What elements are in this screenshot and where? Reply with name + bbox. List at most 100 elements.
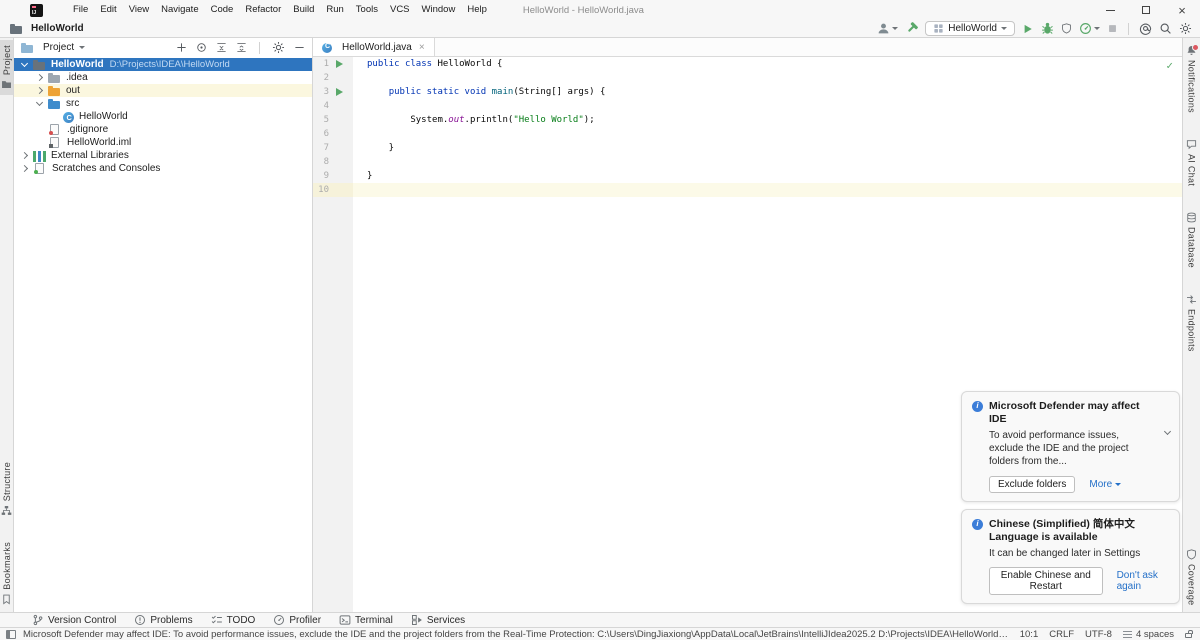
breadcrumb[interactable]: HelloWorld [10, 23, 84, 34]
stripe-tab-coverage[interactable]: Coverage [1185, 544, 1198, 610]
run-line-icon[interactable] [335, 60, 343, 68]
stripe-tab-database[interactable]: Database [1185, 207, 1198, 273]
menu-view[interactable]: View [123, 0, 155, 20]
stripe-tab-project[interactable]: Project [0, 40, 13, 96]
tree-item-out[interactable]: out [14, 84, 312, 97]
info-icon: i [972, 400, 983, 412]
stripe-tab-endpoints[interactable]: Endpoints [1185, 289, 1198, 357]
indent-widget[interactable]: 4 spaces [1122, 629, 1174, 640]
chevron-expanded-icon[interactable] [20, 59, 29, 68]
caret-position-widget[interactable]: 10:1 [1020, 629, 1039, 640]
unlock-icon[interactable] [1185, 630, 1193, 638]
tree-item-scratches-and-consoles[interactable]: Scratches and Consoles [14, 162, 312, 175]
hide-tool-window-button[interactable] [294, 42, 305, 53]
chevron-collapsed-icon[interactable] [35, 86, 44, 95]
tree-item-external-libraries[interactable]: External Libraries [14, 149, 312, 162]
code-line[interactable]: 9} [313, 169, 1182, 183]
toolwindow-button-problems[interactable]: Problems [126, 613, 200, 627]
toolwindow-button-todo[interactable]: TODO [203, 613, 264, 627]
stripe-tab-structure[interactable]: Structure [0, 457, 13, 521]
settings-button[interactable] [1179, 22, 1192, 35]
menu-vcs[interactable]: VCS [384, 0, 416, 20]
code-line[interactable]: 4 [313, 99, 1182, 113]
tree-item-gitignore[interactable]: .gitignore [14, 123, 312, 136]
project-view-selector[interactable]: Project [43, 42, 74, 53]
project-tool-window: Project HelloWorld D:\Projects\IDEA\Hello… [14, 38, 313, 612]
close-button[interactable]: × [1164, 0, 1200, 20]
code-with-me-button[interactable] [877, 22, 899, 35]
inspections-ok-icon[interactable]: ✓ [1166, 59, 1173, 72]
menu-help[interactable]: Help [461, 0, 493, 20]
menu-tools[interactable]: Tools [350, 0, 384, 20]
chevron-expanded-icon[interactable] [35, 98, 44, 107]
menu-file[interactable]: File [67, 0, 94, 20]
menu-navigate[interactable]: Navigate [155, 0, 205, 20]
code-text: public class HelloWorld { [367, 59, 503, 69]
menu-window[interactable]: Window [416, 0, 462, 20]
menu-run[interactable]: Run [320, 0, 349, 20]
code-line[interactable]: 7 } [313, 141, 1182, 155]
tree-item-helloworld-iml[interactable]: HelloWorld.iml [14, 136, 312, 149]
run-with-coverage-button[interactable] [1061, 23, 1072, 34]
more-link[interactable]: More [1089, 479, 1122, 490]
run-configuration-selector[interactable]: HelloWorld [925, 21, 1015, 36]
folder-excluded-icon [48, 85, 61, 97]
search-everywhere-button[interactable] [1159, 22, 1172, 35]
collapse-notification-button[interactable] [1163, 426, 1172, 437]
toolwindow-button-terminal[interactable]: Terminal [331, 613, 401, 627]
chevron-collapsed-icon[interactable] [35, 73, 44, 82]
tab-close-icon[interactable]: × [419, 42, 425, 53]
run-line-icon[interactable] [335, 88, 343, 96]
stripe-tab-notifications[interactable]: Notifications [1185, 40, 1199, 118]
code-line[interactable]: 6 [313, 127, 1182, 141]
code-line[interactable]: 10 [313, 183, 1182, 197]
tree-item-helloworld[interactable]: HelloWorld D:\Projects\IDEA\HelloWorld [14, 58, 312, 71]
tree-item-helloworld[interactable]: HelloWorld [14, 110, 312, 123]
stripe-tab-bookmarks[interactable]: Bookmarks [0, 537, 13, 610]
ai-assistant-button[interactable] [1139, 22, 1152, 35]
code-line[interactable]: 3 public static void main(String[] args)… [313, 85, 1182, 99]
menu-code[interactable]: Code [205, 0, 240, 20]
editor-tab-helloworld-java[interactable]: HelloWorld.java × [313, 38, 435, 56]
exclude-folders-button[interactable]: Exclude folders [989, 475, 1076, 493]
collapse-all-button[interactable] [216, 42, 227, 53]
stripe-tab-ai-chat[interactable]: AI Chat [1185, 134, 1198, 191]
add-button[interactable] [176, 42, 187, 53]
don-t-ask-again-link[interactable]: Don't ask again [1117, 570, 1169, 592]
profile-button[interactable] [1079, 22, 1100, 35]
debug-button[interactable] [1041, 22, 1054, 35]
build-project-button[interactable] [905, 22, 919, 35]
menu-build[interactable]: Build [287, 0, 320, 20]
toolwindow-button-version-control[interactable]: Version Control [24, 613, 124, 627]
toolwindow-toggle-icon[interactable] [6, 629, 16, 639]
line-number: 2 [323, 73, 329, 83]
right-tool-stripe: Notifications AI Chat Database Endpoints Co… [1182, 38, 1200, 612]
code-line[interactable]: 5 System.out.println("Hello World"); [313, 113, 1182, 127]
expand-all-button[interactable] [236, 42, 247, 53]
encoding-widget[interactable]: UTF-8 [1085, 629, 1112, 640]
chevron-collapsed-icon[interactable] [20, 151, 29, 160]
stop-button[interactable] [1107, 23, 1118, 34]
code-line[interactable]: 2 [313, 71, 1182, 85]
notification-balloons: i Microsoft Defender may affect IDE To avo… [961, 390, 1180, 604]
chevron-collapsed-icon[interactable] [20, 164, 29, 173]
run-icon [1022, 23, 1034, 35]
tool-window-settings-button[interactable] [272, 41, 285, 54]
toolwindow-button-services[interactable]: Services [403, 613, 473, 627]
code-line[interactable]: 8 [313, 155, 1182, 169]
menu-edit[interactable]: Edit [94, 0, 122, 20]
toolwindow-button-label: Problems [150, 614, 193, 626]
minimize-button[interactable] [1092, 0, 1128, 20]
menu-refactor[interactable]: Refactor [239, 0, 287, 20]
status-widgets: 10:1 CRLF UTF-8 4 spaces [1020, 629, 1193, 640]
run-button[interactable] [1022, 23, 1034, 35]
code-line[interactable]: 1 public class HelloWorld { [313, 57, 1182, 71]
select-opened-file-button[interactable] [196, 42, 207, 53]
line-separator-widget[interactable]: CRLF [1049, 629, 1074, 640]
toolwindow-button-profiler[interactable]: Profiler [265, 613, 329, 627]
tree-item-idea[interactable]: .idea [14, 71, 312, 84]
maximize-button[interactable] [1128, 0, 1164, 20]
tree-item-src[interactable]: src [14, 97, 312, 110]
enable-chinese-and-restart-button[interactable]: Enable Chinese and Restart [989, 567, 1103, 595]
problems-icon [134, 614, 146, 626]
